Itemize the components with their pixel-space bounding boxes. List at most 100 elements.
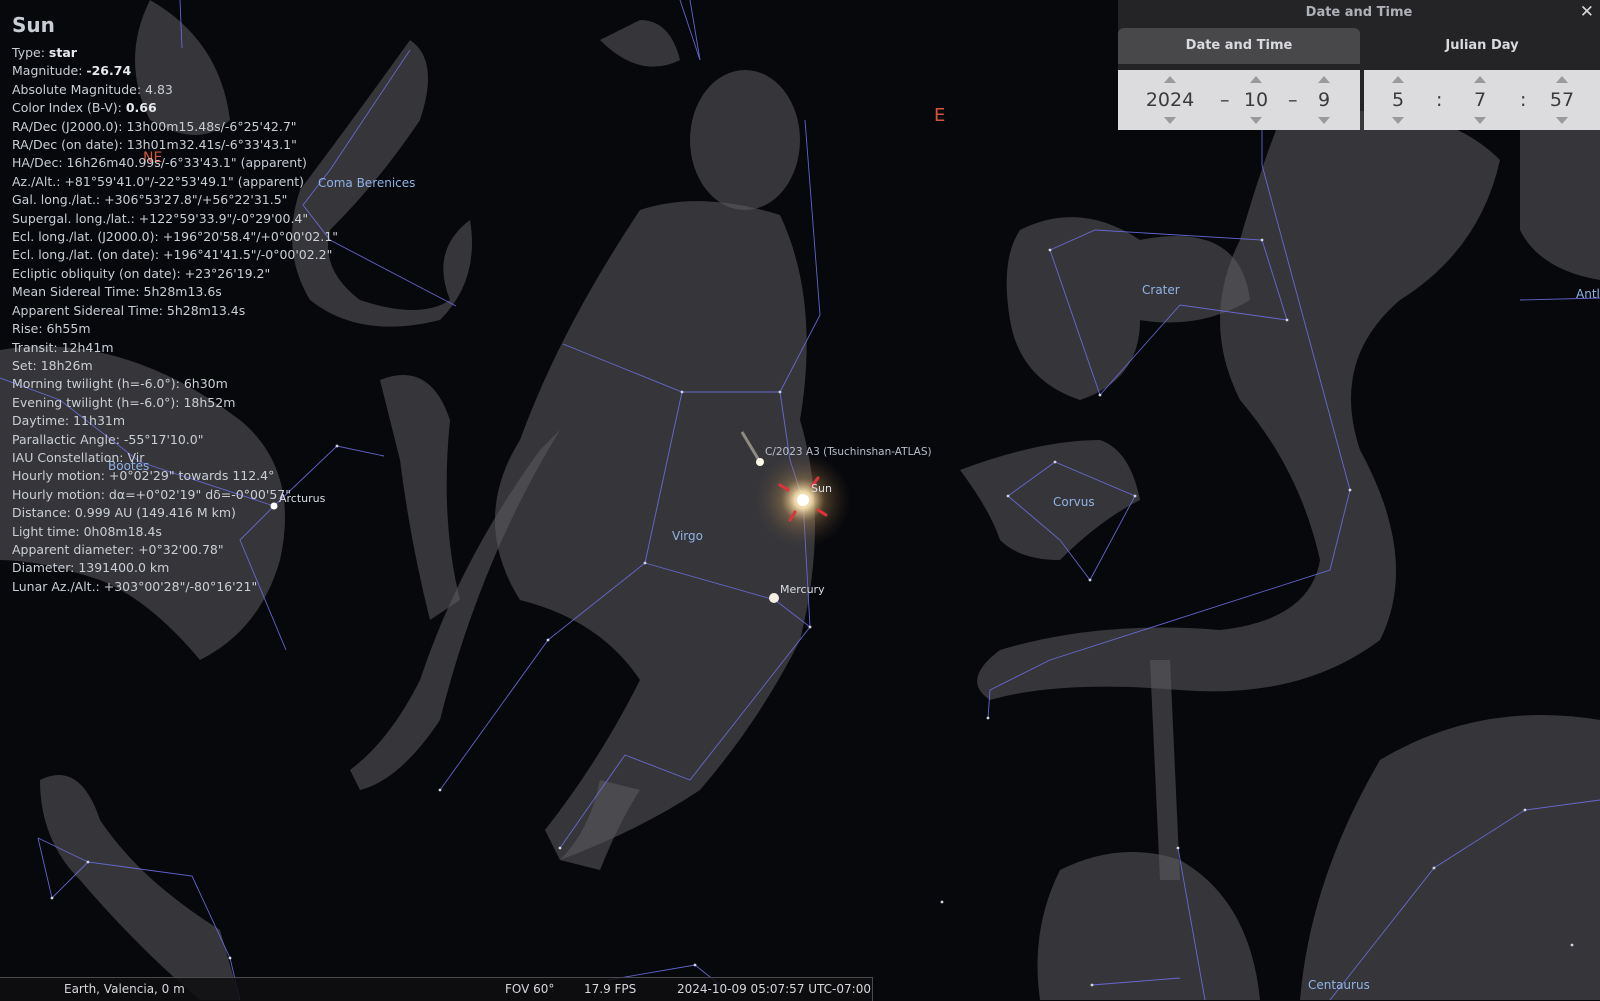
star[interactable] [1090,983,1094,987]
tab-julian-day[interactable]: Julian Day [1364,28,1600,64]
info-row: Daytime: 11h31m [12,412,338,430]
info-label: Evening twilight (h=-6.0°): [12,394,184,410]
month-value[interactable]: 10 [1234,88,1278,112]
star[interactable] [1053,460,1057,464]
minute-up-icon[interactable] [1474,76,1486,83]
star[interactable] [438,788,442,792]
info-label: Absolute Magnitude: [12,81,146,97]
info-label: Light time: [12,523,84,539]
day-spinner[interactable]: 9 [1302,70,1346,130]
status-datetime[interactable]: 2024-10-09 05:07:57 UTC-07:00 [677,982,871,996]
minute-down-icon[interactable] [1474,117,1486,124]
star[interactable] [680,390,684,394]
mercury-marker[interactable] [769,593,779,603]
star[interactable] [986,716,990,720]
info-label: Hourly motion: [12,486,109,502]
star[interactable] [693,963,697,967]
day-up-icon[interactable] [1318,76,1330,83]
minute-spinner[interactable]: 7 [1458,70,1502,130]
info-row: Type: star [12,44,338,62]
info-value: -26.74 [86,63,132,79]
info-row: IAU Constellation: Vir [12,449,338,467]
info-value: -55°17'10.0" [123,431,204,447]
hour-spinner[interactable]: 5 [1376,70,1420,130]
label-virgo[interactable]: Virgo [672,529,703,543]
info-row: Hourly motion: +0°02'29" towards 112.4° [12,467,338,485]
close-icon[interactable]: ✕ [1580,0,1594,24]
star[interactable] [86,860,90,864]
info-label: Magnitude: [12,63,87,79]
info-row: Ecl. long./lat. (J2000.0): +196°20'58.4"… [12,228,338,246]
hour-up-icon[interactable] [1392,76,1404,83]
info-value: 13h01m32.41s/-6°33'43.1" [126,137,297,153]
star[interactable] [1523,808,1527,812]
star[interactable] [1133,494,1137,498]
second-value[interactable]: 57 [1540,88,1584,112]
sun-marker[interactable] [755,452,851,548]
info-row: Transit: 12h41m [12,339,338,357]
tab-date-time[interactable]: Date and Time [1118,28,1360,64]
info-value: star [48,45,77,60]
star[interactable] [546,638,550,642]
year-spinner[interactable]: 2024 [1140,70,1200,130]
label-mercury[interactable]: Mercury [780,583,825,596]
star[interactable] [228,956,232,960]
star[interactable] [1176,846,1180,850]
star[interactable] [940,900,944,904]
info-value: 1391400.0 km [78,560,170,576]
second-up-icon[interactable] [1556,76,1568,83]
day-value[interactable]: 9 [1302,88,1346,112]
star[interactable] [1006,494,1010,498]
hour-down-icon[interactable] [1392,117,1404,124]
label-corvus[interactable]: Corvus [1053,495,1095,509]
info-row: Evening twilight (h=-6.0°): 18h52m [12,394,338,412]
info-label: Transit: [12,339,62,355]
info-row: Apparent Sidereal Time: 5h28m13.4s [12,302,338,320]
info-value: +196°41'41.5"/-0°00'02.2" [163,247,333,263]
status-location[interactable]: Earth, Valencia, 0 m [64,982,185,996]
label-sun[interactable]: Sun [811,482,832,495]
second-down-icon[interactable] [1556,117,1568,124]
info-label: Mean Sidereal Time: [12,284,144,300]
day-down-icon[interactable] [1318,117,1330,124]
date-separator: – [1288,89,1298,111]
month-up-icon[interactable] [1250,76,1262,83]
info-value: +196°20'58.4"/+0°00'02.1" [162,229,339,245]
info-label: Lunar Az./Alt.: [12,578,104,594]
info-value: 18h26m [40,357,93,373]
label-centaurus[interactable]: Centaurus [1308,978,1370,992]
month-spinner[interactable]: 10 [1234,70,1278,130]
label-crater[interactable]: Crater [1142,283,1180,297]
star[interactable] [778,390,782,394]
info-value: +122°59'33.9"/-0°29'00.4" [138,210,309,226]
year-down-icon[interactable] [1164,117,1176,124]
star[interactable] [1348,488,1352,492]
hour-value[interactable]: 5 [1376,88,1420,112]
minute-value[interactable]: 7 [1458,88,1502,112]
label-antlia[interactable]: Antl [1576,287,1600,301]
star[interactable] [1432,866,1436,870]
star[interactable] [643,561,647,565]
star[interactable] [808,625,812,629]
star[interactable] [1285,318,1289,322]
info-row: Diameter: 1391400.0 km [12,559,338,577]
info-label: Ecliptic obliquity (on date): [12,265,185,281]
star[interactable] [558,846,562,850]
info-row: Lunar Az./Alt.: +303°00'28"/-80°16'21" [12,578,338,596]
year-value[interactable]: 2024 [1140,88,1200,112]
star[interactable] [1088,578,1092,582]
info-row: Apparent diameter: +0°32'00.78" [12,541,338,559]
month-down-icon[interactable] [1250,117,1262,124]
info-value: 16h26m40.99s/-6°33'43.1" (apparent) [66,155,307,171]
star[interactable] [1260,238,1264,242]
year-up-icon[interactable] [1164,76,1176,83]
second-spinner[interactable]: 57 [1540,70,1584,130]
star[interactable] [1570,943,1574,947]
info-value: Vir [127,449,145,465]
label-comet[interactable]: C/2023 A3 (Tsuchinshan-ATLAS) [765,446,932,458]
info-row: Magnitude: -26.74 [12,62,338,80]
star[interactable] [50,896,54,900]
star[interactable] [1048,248,1052,252]
star[interactable] [1098,393,1102,397]
info-value: 0.66 [125,100,157,116]
